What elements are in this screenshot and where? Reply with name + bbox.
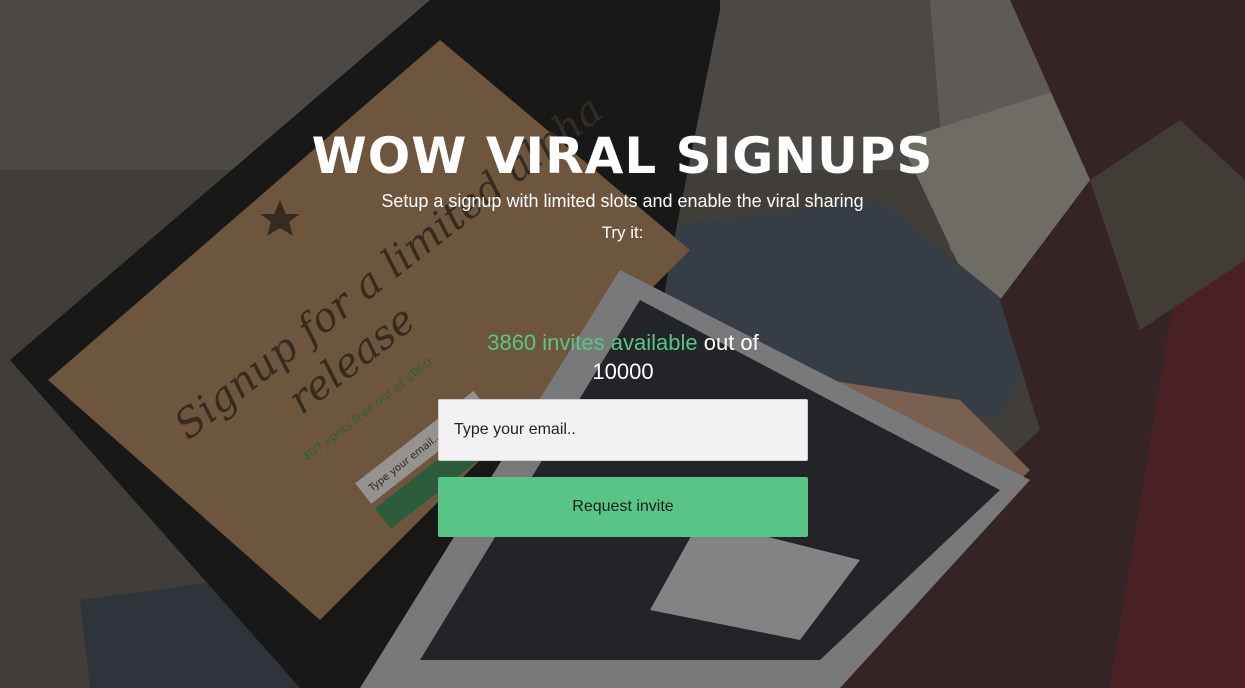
try-it-label: Try it: <box>601 223 644 242</box>
invites-available-count: 3860 <box>487 330 537 355</box>
out-of-label: out of <box>703 330 759 355</box>
email-field[interactable] <box>438 399 808 461</box>
invites-available-label: invites available <box>542 330 698 355</box>
hero-section: WOW VIRAL SIGNUPS Setup a signup with li… <box>0 0 1245 688</box>
invites-total: 10000 <box>592 359 654 384</box>
request-invite-button[interactable]: Request invite <box>438 477 808 537</box>
invites-counter: 3860 invites available out of 10000 <box>438 328 808 386</box>
hero-subtitle: Setup a signup with limited slots and en… <box>381 191 864 211</box>
page: Signup for a limited alpha release 497 s… <box>0 0 1245 688</box>
page-title: WOW VIRAL SIGNUPS <box>311 127 934 185</box>
